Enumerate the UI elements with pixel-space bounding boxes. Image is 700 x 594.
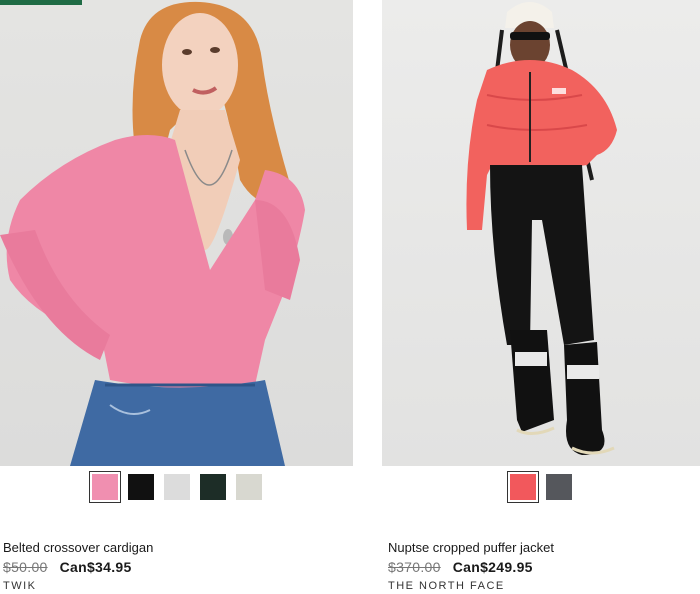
swatch-fill [199,474,226,500]
model-illustration [0,1,306,466]
original-price: $50.00 [3,559,48,575]
swatch-fill [127,474,154,500]
model-illustration [466,2,617,455]
swatch-fill [546,474,572,500]
product-title[interactable]: Belted crossover cardigan [3,540,153,555]
color-swatch-pink[interactable] [88,471,121,503]
swatch-fill [510,474,536,500]
color-swatch-grey[interactable] [546,474,572,500]
sale-price: Can$34.95 [59,559,132,575]
color-swatch-coral[interactable] [507,471,539,503]
product-card[interactable]: Nuptse cropped puffer jacket $370.00 Can$… [382,0,700,592]
product-card[interactable]: Belted crossover cardigan $50.00 Can$34.9… [0,0,353,592]
brand-name[interactable]: THE NORTH FACE [388,580,505,592]
color-swatches [0,471,353,503]
swatch-fill [163,474,190,500]
color-swatch-cream[interactable] [235,474,262,500]
product-image[interactable] [0,0,353,466]
color-swatch-light-grey[interactable] [163,474,190,500]
product-image[interactable] [382,0,700,466]
swatch-fill [91,474,118,500]
color-swatches [382,471,700,503]
sale-price: Can$249.95 [452,559,533,575]
original-price: $370.00 [388,559,441,575]
promo-badge [0,0,82,5]
swatch-fill [235,474,262,500]
brand-name[interactable]: TWIK [3,580,37,592]
price-block: $50.00 Can$34.95 [3,559,132,575]
product-title[interactable]: Nuptse cropped puffer jacket [388,540,554,555]
color-swatch-black[interactable] [127,474,154,500]
color-swatch-dark-green[interactable] [199,474,226,500]
price-block: $370.00 Can$249.95 [388,559,533,575]
